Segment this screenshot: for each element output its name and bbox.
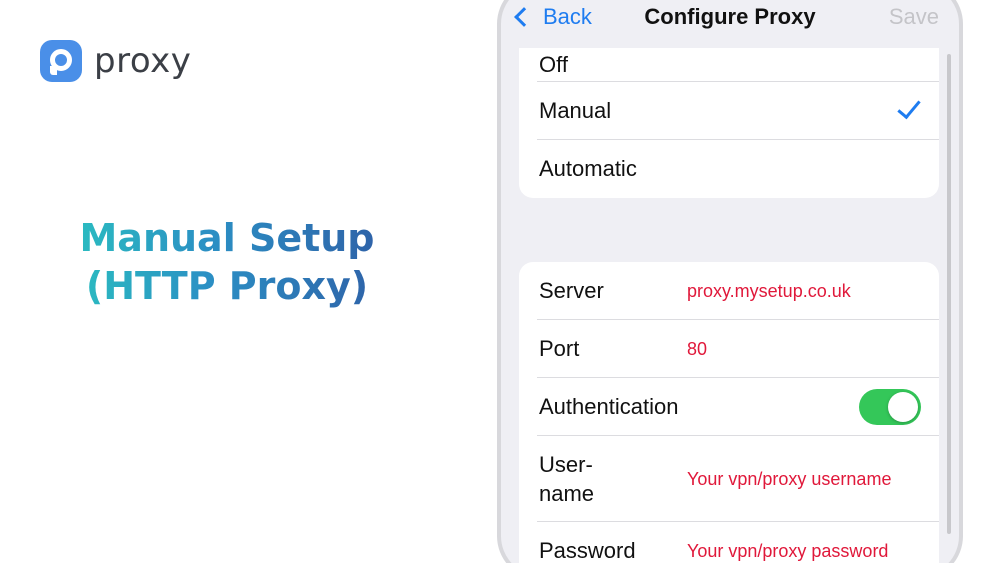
server-label: Server: [539, 278, 604, 303]
option-off[interactable]: Off: [519, 48, 939, 82]
scrollbar[interactable]: [947, 54, 951, 534]
option-label: Automatic: [539, 156, 637, 181]
proxy-settings-group: Server proxy.mysetup.co.uk Port 80 Authe…: [519, 262, 939, 563]
authentication-row: Authentication: [519, 378, 939, 436]
save-button[interactable]: Save: [889, 4, 939, 30]
port-row[interactable]: Port 80: [519, 320, 939, 378]
password-field[interactable]: Your vpn/proxy password: [687, 541, 888, 562]
option-label: Manual: [539, 98, 612, 123]
page-headline: Manual Setup (HTTP Proxy): [62, 214, 392, 310]
proxy-logo-icon: [40, 40, 82, 82]
server-field[interactable]: proxy.mysetup.co.uk: [687, 281, 851, 302]
headline-line-2: (HTTP Proxy): [62, 262, 392, 310]
username-label: User- name: [539, 450, 594, 508]
brand-name: proxy: [94, 41, 192, 81]
option-label: Off: [539, 52, 568, 77]
headline-line-1: Manual Setup: [62, 214, 392, 262]
brand-logo: proxy: [40, 40, 191, 82]
password-label: Password: [539, 538, 636, 563]
phone-screen: Back Configure Proxy Save Off Manual Aut…: [497, 0, 963, 563]
authentication-label: Authentication: [539, 394, 679, 419]
toggle-knob: [888, 392, 918, 422]
port-field[interactable]: 80: [687, 339, 707, 360]
username-label-line-2: name: [539, 481, 595, 506]
proxy-mode-group: Off Manual Automatic: [519, 48, 939, 198]
username-field[interactable]: Your vpn/proxy username: [687, 465, 891, 494]
option-manual[interactable]: Manual: [519, 82, 939, 140]
option-automatic[interactable]: Automatic: [519, 140, 939, 198]
username-row[interactable]: User- name Your vpn/proxy username: [519, 436, 939, 522]
authentication-toggle[interactable]: [859, 389, 921, 425]
navigation-bar: Back Configure Proxy Save: [501, 4, 959, 44]
port-label: Port: [539, 336, 580, 361]
checkmark-icon: [897, 94, 921, 120]
username-label-line-1: User-: [539, 452, 593, 477]
password-row[interactable]: Password Your vpn/proxy password: [519, 522, 939, 563]
server-row[interactable]: Server proxy.mysetup.co.uk: [519, 262, 939, 320]
